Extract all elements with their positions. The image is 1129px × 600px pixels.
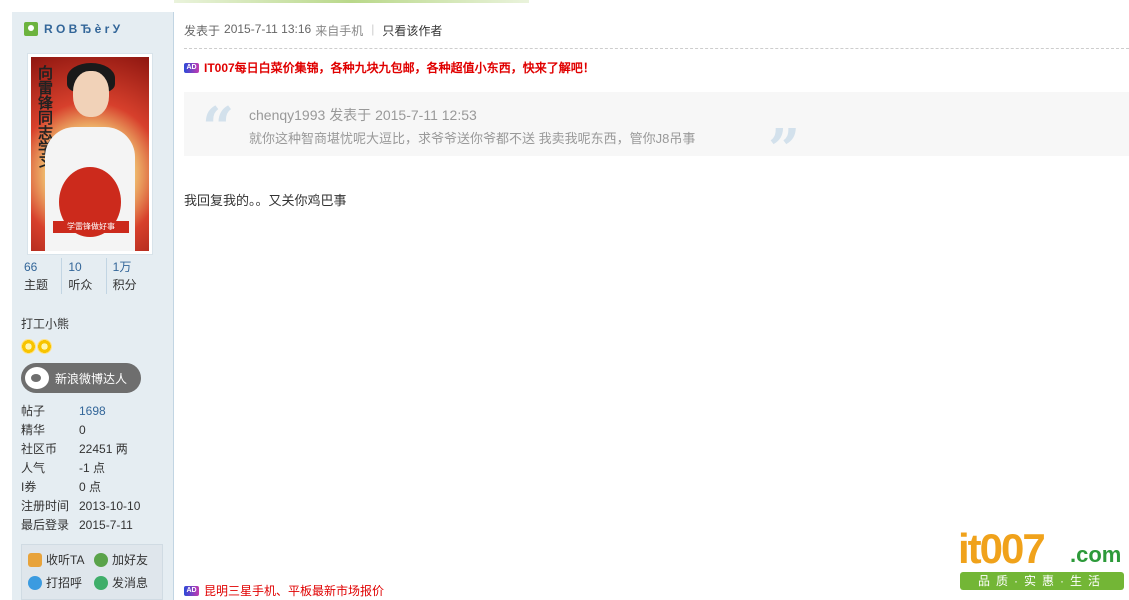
open-quote-icon: “ [202,95,235,161]
close-quote-icon: ” [768,117,801,183]
bottom-ad: AD 昆明三星手机、平板最新市场报价 [184,582,384,599]
stat-label: 听众 [68,278,93,292]
posted-label: 发表于 [184,24,221,38]
info-row: 帖子 1698 [21,402,161,421]
stat-topics[interactable]: 66 主题 [24,258,61,294]
stat-points[interactable]: 1万 积分 [105,258,150,294]
ad-icon: AD [184,62,199,73]
info-row: 最后登录 2015-7-11 [21,518,133,532]
weibo-icon [25,367,49,389]
greet-button[interactable]: 打招呼 [28,574,82,591]
weibo-medal-label: 新浪微博达人 [55,371,128,386]
quote-author: chenqy1993 [249,107,326,123]
quote-posted: 发表于 2015-7-11 12:53 [329,107,477,123]
stat-value: 66 [24,260,38,274]
quote-block: “ chenqy1993 发表于 2015-7-11 12:53 就你这种智商堪… [184,92,1129,178]
only-author-link[interactable]: 只看该作者 [382,22,442,39]
site-logo[interactable]: it007 .com 品质·实惠·生活 [958,528,1126,592]
info-row: 社区币 22451 两 [21,442,128,456]
quote-header: chenqy1993 发表于 2015-7-11 12:53 [249,105,477,125]
bottom-ad-link[interactable]: 昆明三星手机、平板最新市场报价 [204,582,384,599]
stat-value: 1万 [112,260,132,274]
avatar[interactable]: 向雷锋同志学习 学雷锋做好事 [27,53,153,255]
logo-slogan: 品质·实惠·生活 [960,572,1124,590]
username-row: R O B Ђ è r У [24,22,120,36]
stat-value: 10 [68,260,82,274]
user-sidebar: R O B Ђ è r У 向雷锋同志学习 学雷锋做好事 66 主题 10 听众… [12,12,174,600]
home-icon [28,552,42,567]
posts-count-link[interactable]: 1698 [79,402,106,421]
divider [184,48,1129,49]
greet-icon [28,575,42,590]
quote-text: 就你这种智商堪忧呢大逗比，求爷爷送你爷都不送 我卖我呢东西，管你J8吊事 [249,131,696,146]
top-strip [0,0,1129,4]
online-user-icon [24,22,38,36]
top-green-bar [174,0,529,3]
user-title: 打工小熊 [21,317,70,331]
post-meta: 发表于 2015-7-11 13:16 来自手机 | 只看该作者 [184,22,443,39]
add-friend-icon [94,552,108,567]
sun-icon [21,339,36,354]
info-row: 注册时间 2013-10-10 [21,499,141,513]
user-actions: 收听TA 加好友 打招呼 发消息 [21,544,163,600]
info-row: 人气 -1 点 [21,461,106,475]
info-row: 精华 0 [21,423,86,437]
follow-button[interactable]: 收听TA [28,551,84,568]
reply-text: 我回复我的。。又关你鸡巴事 [184,193,347,208]
logo-main: it007 [958,525,1046,572]
user-stats: 66 主题 10 听众 1万 积分 [24,258,150,294]
username-link[interactable]: R O B Ђ è r У [44,22,120,36]
sun-icon [37,339,52,354]
avatar-image: 向雷锋同志学习 学雷锋做好事 [31,57,149,251]
weibo-medal[interactable]: 新浪微博达人 [21,363,141,393]
user-info-list: 帖子 1698 精华 0 社区币 22451 两 人气 -1 点 I券 0 点 注册时间 2… [21,402,161,535]
add-friend-button[interactable]: 加好友 [94,551,148,568]
logo-domain: .com [1070,542,1122,567]
message-button[interactable]: 发消息 [94,574,148,591]
avatar-caption: 学雷锋做好事 [53,221,129,233]
top-ad-link[interactable]: IT007每日白菜价集锦，各种九块九包邮，各种超值小东西，快来了解吧！ [204,59,595,76]
stat-listeners[interactable]: 10 听众 [61,258,105,294]
info-row: I券 0 点 [21,480,102,494]
posted-time: 2015-7-11 13:16 [224,22,312,36]
stat-label: 主题 [24,278,49,292]
message-icon [94,575,108,590]
top-ad: AD IT007每日白菜价集锦，各种九块九包邮，各种超值小东西，快来了解吧！ [184,59,595,76]
stat-label: 积分 [112,278,137,292]
ad-icon: AD [184,585,199,596]
post-source: 来自手机 [315,24,364,38]
rank-stars [21,339,52,354]
